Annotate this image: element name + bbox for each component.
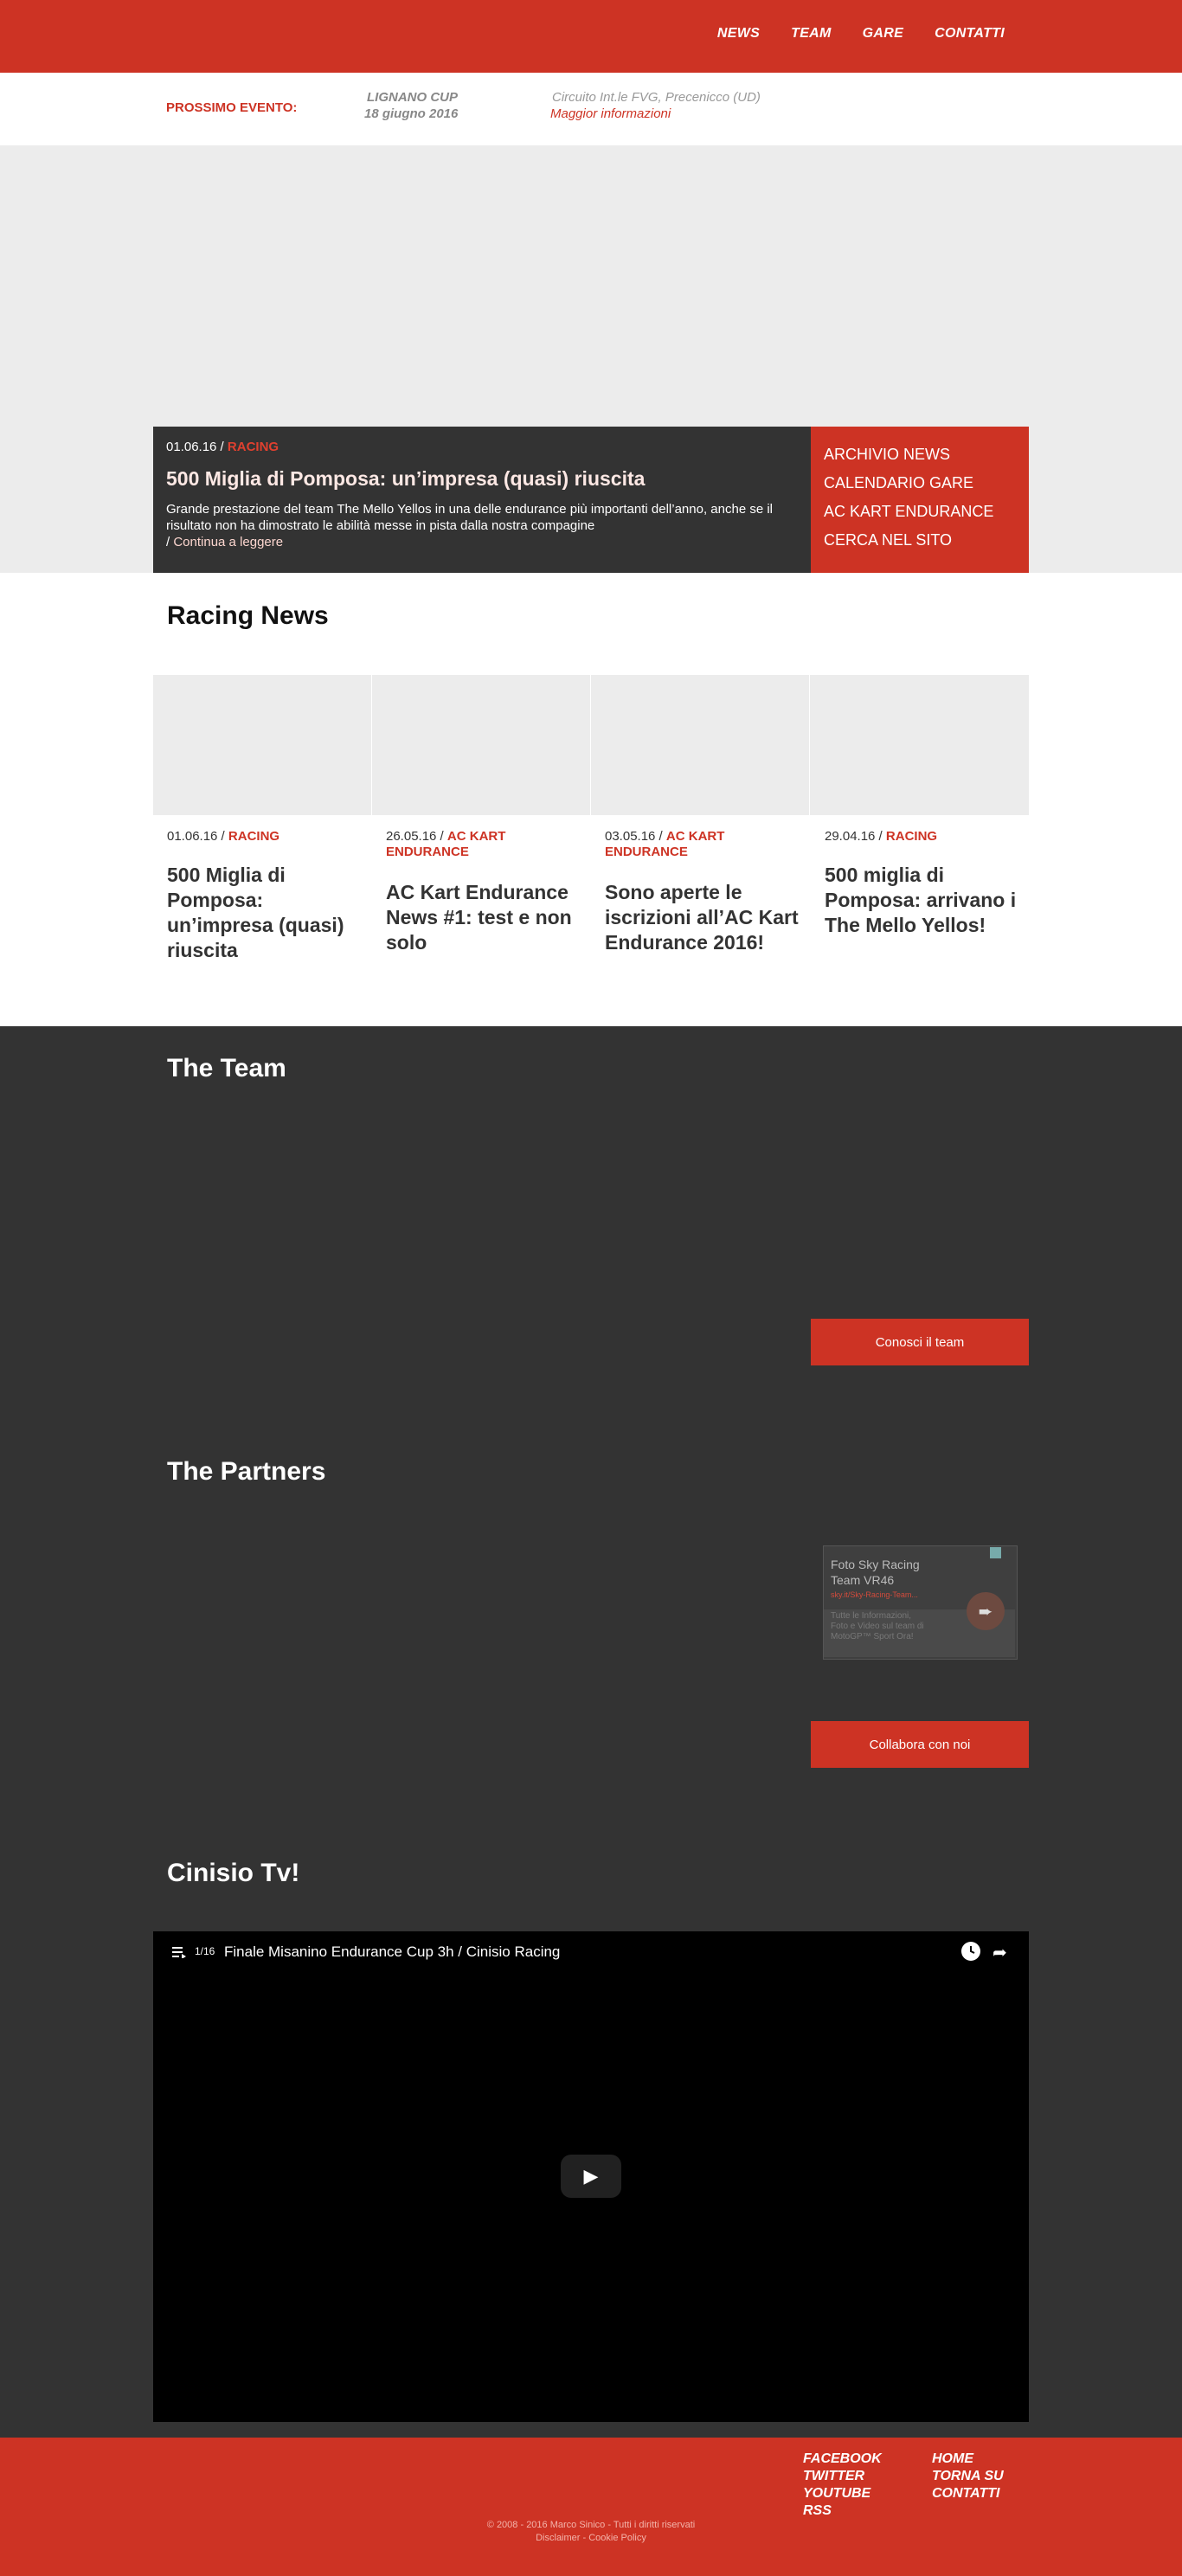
news-card-date: 29.04.16 / (825, 829, 886, 844)
event-date: 18 giugno 2016 (364, 106, 459, 121)
footer-social-links: FACEBOOK TWITTER YOUTUBE RSS (803, 2451, 882, 2520)
news-card-category[interactable]: RACING (228, 829, 279, 844)
hero-date: 01.06.16 / (166, 440, 228, 454)
play-button[interactable]: ▶ (561, 2155, 621, 2198)
ad-text: Tutte le Informazioni, Foto e Video sul … (831, 1611, 924, 1641)
news-card-image[interactable] (591, 675, 809, 815)
racing-news-heading: Racing News (167, 601, 329, 630)
news-card-title[interactable]: AC Kart Endurance News #1: test e non so… (386, 880, 581, 955)
nav-contatti[interactable]: CONTATTI (935, 26, 1005, 42)
nav-team[interactable]: TEAM (791, 26, 832, 42)
playlist-icon[interactable] (172, 1946, 186, 1958)
footer-link-rss[interactable]: RSS (803, 2503, 832, 2518)
footer-link-twitter[interactable]: TWITTER (803, 2469, 864, 2483)
footer-link-youtube[interactable]: YOUTUBE (803, 2486, 870, 2501)
side-link-calendario-gare[interactable]: CALENDARIO GARE (824, 474, 973, 492)
news-card-title[interactable]: 500 miglia di Pomposa: arrivano i The Me… (825, 863, 1019, 938)
video-title[interactable]: Finale Misanino Endurance Cup 3h / Cinis… (224, 1943, 560, 1961)
next-event-label: PROSSIMO EVENTO: (166, 100, 298, 115)
nav-news[interactable]: NEWS (717, 26, 760, 42)
legal-links[interactable]: Disclaimer - Cookie Policy (0, 2533, 1182, 2543)
ad-url: sky.it/Sky-Racing-Team... (831, 1590, 918, 1599)
event-place: Circuito Int.le FVG, Precenicco (UD) (552, 90, 761, 105)
main-nav: NEWS TEAM GARE CONTATTI (717, 26, 1005, 42)
side-link-ac-kart-endurance[interactable]: AC KART ENDURANCE (824, 503, 993, 521)
copyright: © 2008 - 2016 Marco Sinico - Tutti i dir… (486, 2520, 696, 2530)
partners-button[interactable]: Collabora con noi (811, 1721, 1029, 1768)
news-card-meta: 03.05.16 / AC KART ENDURANCE (605, 829, 795, 860)
ad-arrow-icon[interactable]: ➨ (967, 1592, 1005, 1630)
hero-read-more-link[interactable]: Continua a leggere (173, 535, 283, 549)
site-footer (0, 2438, 1182, 2576)
news-card-title[interactable]: Sono aperte le iscrizioni all’AC Kart En… (605, 880, 800, 955)
team-heading: The Team (167, 1054, 286, 1082)
news-card-date: 01.06.16 / (167, 829, 228, 844)
news-card-date: 26.05.16 / (386, 829, 447, 844)
hero-meta: 01.06.16 / RACING (166, 440, 279, 454)
news-card-meta: 29.04.16 / RACING (825, 829, 1015, 845)
nav-gare[interactable]: GARE (863, 26, 903, 42)
hero-excerpt-text: Grande prestazione del team The Mello Ye… (166, 502, 774, 533)
news-card-image[interactable] (153, 675, 371, 815)
playlist-count: 1/16 (195, 1945, 215, 1957)
news-card-image[interactable] (372, 675, 590, 815)
news-card-meta: 26.05.16 / AC KART ENDURANCE (386, 829, 576, 860)
footer-link-facebook[interactable]: FACEBOOK (803, 2451, 882, 2466)
watch-later-icon[interactable] (961, 1942, 980, 1961)
footer-link-torna-su[interactable]: TORNA SU (932, 2469, 1004, 2483)
news-card-date: 03.05.16 / (605, 829, 666, 844)
hero-title-link[interactable]: 500 Miglia di Pomposa: un’impresa (quasi… (166, 467, 789, 491)
event-name: LIGNANO CUP (367, 90, 458, 105)
share-icon[interactable]: ➦ (992, 1942, 1007, 1963)
site-header (0, 0, 1182, 73)
tv-heading: Cinisio Tv! (167, 1859, 300, 1887)
news-card-title[interactable]: 500 Miglia di Pomposa: un’impresa (quasi… (167, 863, 362, 963)
side-link-archivio-news[interactable]: ARCHIVIO NEWS (824, 446, 950, 464)
ad-choices-icon[interactable] (990, 1547, 1001, 1558)
ad-title[interactable]: Foto Sky Racing Team VR46 (831, 1557, 952, 1588)
news-card-image[interactable] (810, 675, 1029, 815)
footer-link-contatti[interactable]: CONTATTI (932, 2486, 1000, 2501)
footer-link-home[interactable]: HOME (932, 2451, 973, 2466)
news-card-meta: 01.06.16 / RACING (167, 829, 357, 845)
event-more-link[interactable]: Maggior informazioni (550, 106, 671, 121)
footer-site-links: HOME TORNA SU CONTATTI (932, 2451, 1004, 2502)
side-link-cerca-nel-sito[interactable]: CERCA NEL SITO (824, 531, 952, 549)
hero-category-link[interactable]: RACING (228, 440, 279, 454)
partners-heading: The Partners (167, 1457, 326, 1486)
hero-excerpt: Grande prestazione del team The Mello Ye… (166, 502, 774, 549)
team-button[interactable]: Conosci il team (811, 1319, 1029, 1365)
news-card-category[interactable]: RACING (886, 829, 937, 844)
